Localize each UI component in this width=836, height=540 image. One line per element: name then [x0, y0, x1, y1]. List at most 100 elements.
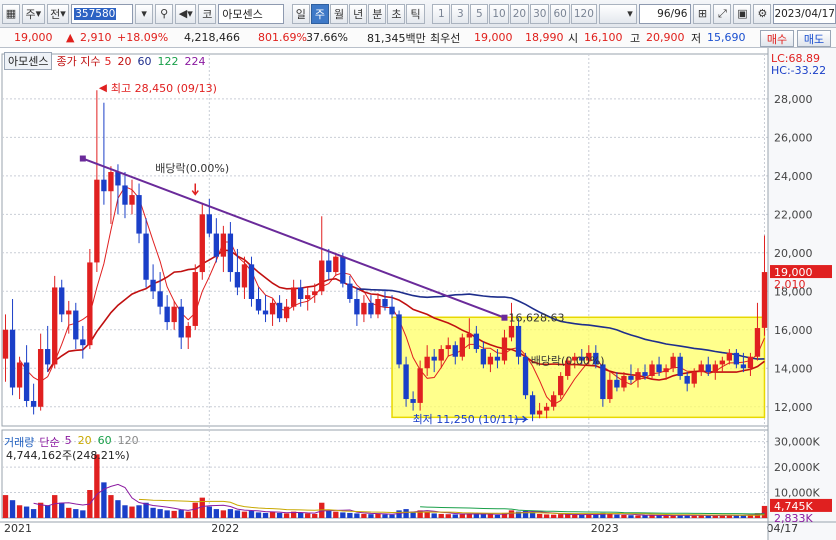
chart-type-select[interactable]: 주 ▾	[22, 3, 45, 24]
candle-body	[37, 349, 44, 407]
interval-button-3[interactable]: 3	[451, 3, 470, 24]
candle-body	[333, 256, 339, 273]
interval-button-5[interactable]: 5	[470, 3, 489, 24]
sell-button[interactable]: 매도	[797, 30, 831, 47]
interval-dropdown-icon[interactable]: ▾	[598, 3, 637, 24]
candle-body	[719, 360, 725, 365]
volume-bar	[59, 502, 65, 518]
x-axis-label: 2022	[211, 522, 239, 535]
all-button[interactable]: 전 ▾	[46, 3, 70, 24]
period-tab-6[interactable]: 틱	[406, 3, 425, 24]
volume-bar	[143, 502, 149, 518]
period-tab-3[interactable]: 년	[349, 3, 368, 24]
interval-button-120[interactable]: 120	[570, 3, 597, 24]
chart-svg[interactable]: 16,628.63 최고 28,450 (09/13) 배당락(0.00%) 배당락(…	[0, 48, 836, 540]
candle-body	[150, 279, 156, 292]
candle-body	[747, 356, 754, 369]
candle-body	[269, 302, 276, 315]
volume-bar	[431, 513, 437, 518]
speaker-icon[interactable]: ◀▾	[175, 3, 197, 24]
interval-button-1[interactable]: 1	[432, 3, 451, 24]
candle-body	[30, 400, 37, 407]
split-chart-icon[interactable]: ⊞	[693, 3, 712, 24]
volume-bar	[536, 513, 543, 518]
date-field[interactable]: 2023/04/17	[773, 3, 836, 24]
stock-tab[interactable]: 아모센스	[4, 52, 53, 70]
volume-bar	[347, 512, 353, 518]
candle-body	[312, 291, 318, 296]
candle-body	[487, 356, 494, 365]
volume-bar	[206, 506, 212, 518]
candle-body	[628, 375, 634, 380]
volume-bar	[368, 514, 374, 518]
chart-grid-icon[interactable]: ▦	[2, 3, 20, 24]
candle-body	[698, 364, 704, 373]
candle-body	[2, 329, 9, 359]
candle-count-field[interactable]: 96/96	[638, 3, 692, 24]
candle-body	[396, 314, 402, 365]
candle-body	[143, 233, 149, 280]
price-tick-label: 12,000	[774, 401, 813, 414]
volume-bar	[445, 514, 451, 518]
volume-bar	[312, 513, 318, 518]
candle-body	[740, 364, 747, 369]
ma-legend-122: 122	[157, 54, 179, 68]
change-arrow: ▲	[66, 31, 75, 44]
code-dropdown-icon[interactable]: ▾	[135, 3, 154, 24]
volume-bar	[340, 512, 346, 518]
stock-name-field[interactable]: 아모센스	[218, 3, 284, 24]
candle-body	[171, 306, 177, 323]
period-tab-2[interactable]: 월	[329, 3, 349, 24]
gear-icon[interactable]: ⚙	[753, 3, 772, 24]
candle-body	[66, 310, 72, 315]
volume-bar	[473, 513, 480, 518]
search-icon[interactable]: ⚲	[155, 3, 174, 24]
candle-body	[382, 298, 388, 307]
save-icon[interactable]: ▣	[733, 3, 752, 24]
candle-body	[501, 337, 508, 361]
chart-area[interactable]: 16,628.63 최고 28,450 (09/13) 배당락(0.00%) 배당락(…	[0, 48, 836, 540]
price-tick-label: 24,000	[774, 170, 813, 183]
best-ask: 19,000	[474, 31, 513, 44]
candle-body	[283, 306, 290, 319]
candle-body	[255, 298, 262, 311]
volume-bar	[73, 509, 79, 518]
candle-body	[262, 310, 269, 315]
period-tab-5[interactable]: 초	[387, 3, 406, 24]
volume-bar	[52, 495, 58, 518]
volume-bar	[101, 482, 107, 518]
period-tab-4[interactable]: 분	[368, 3, 387, 24]
volume-bar	[635, 515, 641, 518]
market-label: 코	[198, 3, 217, 24]
trendline-end-label: 16,628.63	[508, 312, 564, 325]
candle-body	[192, 272, 198, 326]
ma-legend-5: 5	[104, 54, 112, 68]
volume-bar	[691, 515, 697, 518]
candle-body	[754, 328, 761, 357]
candle-body	[347, 283, 353, 299]
candle-body	[705, 364, 711, 373]
volume-bar	[508, 510, 515, 518]
interval-button-30[interactable]: 30	[530, 3, 550, 24]
candle-body	[227, 233, 234, 273]
stock-code-input[interactable]: 357580	[71, 3, 134, 24]
interval-button-60[interactable]: 60	[550, 3, 570, 24]
buy-button[interactable]: 매수	[760, 30, 794, 47]
best-bid: 18,990	[525, 31, 564, 44]
candle-body	[45, 349, 51, 365]
volume-bar	[234, 510, 241, 518]
volume-bar	[220, 510, 227, 518]
candle-body	[733, 352, 740, 365]
price-tick-label: 16,000	[774, 324, 813, 337]
candle-body	[276, 302, 283, 319]
volume-bar	[150, 507, 156, 518]
turnover-percent: 37.66%	[306, 31, 348, 44]
candle-body	[354, 298, 360, 315]
interval-button-20[interactable]: 20	[509, 3, 530, 24]
volume-bar	[614, 514, 620, 518]
period-tab-0[interactable]: 일	[291, 3, 310, 24]
period-tab-1[interactable]: 주	[310, 3, 329, 24]
sync-icon[interactable]: ⤢	[713, 3, 732, 24]
interval-button-10[interactable]: 10	[489, 3, 509, 24]
candle-body	[726, 352, 733, 361]
